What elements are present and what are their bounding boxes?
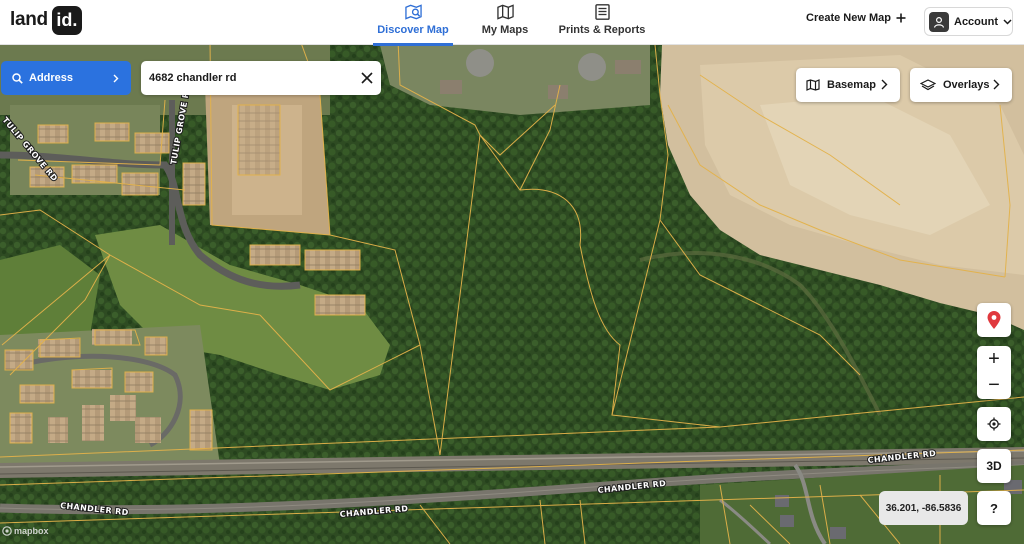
aerial-map[interactable]: TULIP GROVE RD TULIP GROVE RD CHANDLER R… <box>0 45 1024 544</box>
tab-label: Discover Map <box>377 24 449 36</box>
chevron-down-icon <box>1003 18 1012 25</box>
account-label: Account <box>954 15 998 28</box>
address-search-box <box>141 61 381 95</box>
map-icon <box>496 4 514 20</box>
locate-me-button[interactable] <box>977 407 1011 441</box>
chevron-right-icon <box>113 74 119 82</box>
basemap-button[interactable]: Basemap <box>796 68 900 102</box>
zoom-in-button[interactable]: + <box>977 347 1011 373</box>
tab-label: Prints & Reports <box>558 24 646 36</box>
avatar <box>929 11 949 32</box>
tab-label: My Maps <box>481 24 529 36</box>
mapbox-logo-icon <box>2 526 12 536</box>
overlays-button[interactable]: Overlays <box>910 68 1012 102</box>
tab-my-maps[interactable]: My Maps <box>479 0 531 45</box>
search-type-label: Address <box>29 72 74 84</box>
attribution-text: mapbox <box>14 526 49 536</box>
layers-icon <box>920 79 936 91</box>
overlays-label: Overlays <box>943 79 990 91</box>
logo-text: land <box>10 9 48 30</box>
create-new-map-button[interactable]: Create New Map <box>806 12 906 24</box>
logo-badge: id. <box>51 5 82 35</box>
close-icon[interactable] <box>359 70 375 86</box>
tab-prints-reports[interactable]: Prints & Reports <box>558 0 646 45</box>
top-navigation-bar: land id. Discover Map My Maps Prints & R… <box>0 0 1024 46</box>
map-pin-icon <box>987 311 1001 329</box>
search-icon <box>12 72 23 84</box>
help-button[interactable]: ? <box>977 491 1011 525</box>
document-icon <box>594 4 610 20</box>
chevron-right-icon <box>993 79 1000 90</box>
map-icon <box>806 79 820 91</box>
drop-pin-button[interactable] <box>977 303 1011 337</box>
search-input[interactable] <box>149 72 349 84</box>
zoom-out-button[interactable]: − <box>977 373 1011 399</box>
account-menu-button[interactable]: Account <box>924 7 1013 36</box>
plus-icon <box>896 13 906 23</box>
mapbox-attribution[interactable]: mapbox <box>2 526 49 536</box>
tab-discover-map[interactable]: Discover Map <box>373 0 453 46</box>
create-new-map-label: Create New Map <box>806 12 891 24</box>
user-icon <box>933 16 945 28</box>
landid-logo[interactable]: land id. <box>10 5 82 35</box>
search-type-selector[interactable]: Address <box>1 61 131 95</box>
zoom-controls: + − <box>977 346 1011 399</box>
basemap-label: Basemap <box>827 79 876 91</box>
map-search-icon <box>404 4 422 20</box>
satellite-imagery[interactable]: TULIP GROVE RD TULIP GROVE RD CHANDLER R… <box>0 45 1024 544</box>
crosshair-icon <box>987 417 1001 431</box>
chevron-right-icon <box>881 79 888 90</box>
toggle-3d-button[interactable]: 3D <box>977 449 1011 483</box>
coordinates-readout: 36.201, -86.5836 <box>879 491 968 525</box>
